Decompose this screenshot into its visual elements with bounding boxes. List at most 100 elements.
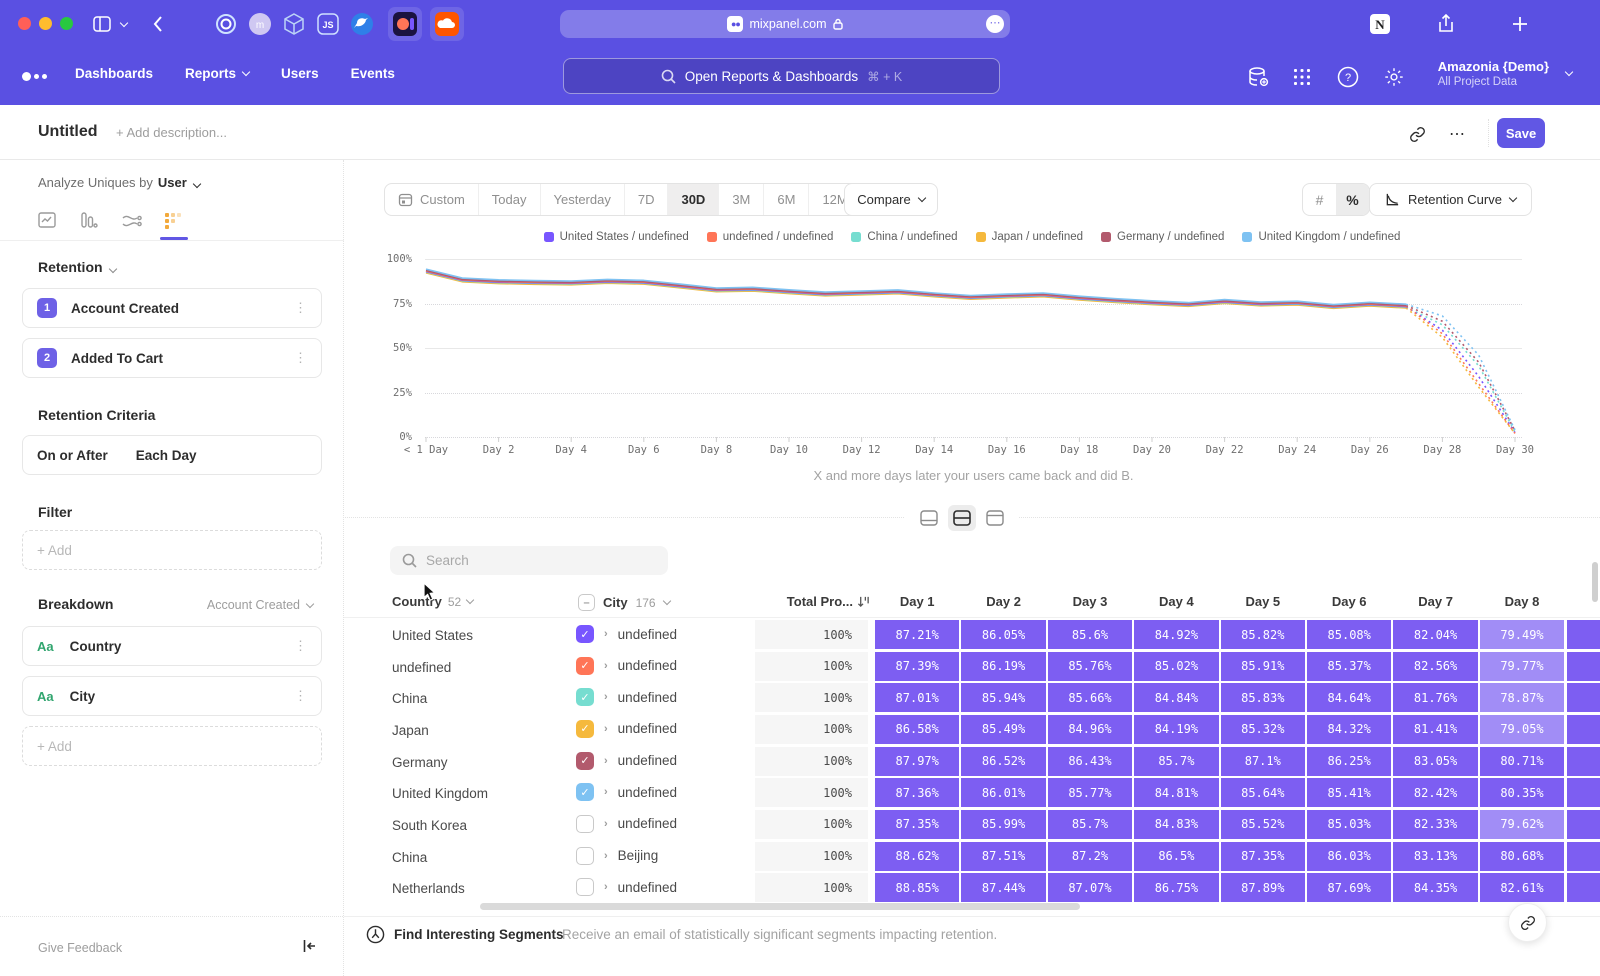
find-segments-title[interactable]: Find Interesting Segments [394,927,564,942]
tab-insights[interactable] [34,208,60,234]
minimize-window-icon[interactable] [39,17,52,30]
day-cell[interactable]: 85.99% [961,810,1045,839]
legend-item-undefined[interactable]: undefined / undefined [707,231,834,243]
day-cell[interactable]: 79.49% [1480,620,1564,649]
day-cell[interactable]: 81.76% [1393,683,1477,712]
more-options-icon[interactable]: ⋯ [1444,121,1470,147]
settings-gear-icon[interactable] [1382,65,1406,89]
day-cell[interactable]: 80.68% [1480,842,1564,871]
help-icon[interactable]: ? [1336,65,1360,89]
day-column-header[interactable]: Day 4 [1159,594,1194,609]
country-cell[interactable]: United States [392,628,473,643]
compare-button[interactable]: Compare [844,183,938,216]
table-search-input[interactable]: Search [390,546,668,575]
day-cell[interactable]: 85.7% [1134,747,1218,776]
day-cell[interactable]: 86.52% [961,747,1045,776]
extension-bird-icon[interactable] [348,10,376,38]
day-cell[interactable]: 87.35% [875,810,959,839]
day-cell[interactable]: 84.81% [1134,778,1218,807]
legend-item-japan[interactable]: Japan / undefined [976,231,1083,243]
country-cell[interactable]: South Korea [392,818,467,833]
day-cell[interactable]: 84.83% [1134,810,1218,839]
day-cell[interactable]: 85.41% [1307,778,1391,807]
total-column-header[interactable]: Total Pro... [770,594,870,609]
tab-list-chevron-icon[interactable] [116,10,132,38]
day-cell[interactable]: 84.84% [1134,683,1218,712]
chart-type-selector[interactable]: Retention Curve [1369,183,1532,216]
mixpanel-logo[interactable] [22,72,47,81]
date-range-yesterday[interactable]: Yesterday [541,184,625,215]
extension-m-icon[interactable]: m [246,10,274,38]
step-event-name[interactable]: Account Created [71,301,179,316]
day-cell[interactable]: 79.62% [1480,810,1564,839]
new-tab-icon[interactable] [1506,10,1534,38]
tab-funnels[interactable] [76,208,102,234]
day-cell[interactable]: 85.94% [961,683,1045,712]
analyze-uniques-row[interactable]: Analyze Uniques byUser [38,175,200,190]
day-cell[interactable]: 86.43% [1048,747,1132,776]
maximize-window-icon[interactable] [60,17,73,30]
retention-step-2[interactable]: 2Added To Cart⋮ [22,338,322,378]
day-column-header[interactable]: Day 6 [1332,594,1367,609]
window-controls[interactable] [18,17,73,30]
back-icon[interactable] [144,10,172,38]
day-cell[interactable]: 80.71% [1480,747,1564,776]
day-cell[interactable]: 85.08% [1307,620,1391,649]
day-cell[interactable]: 86.03% [1307,842,1391,871]
day-cell[interactable]: 85.37% [1307,652,1391,681]
country-cell[interactable]: United Kingdom [392,786,488,801]
day-column-header[interactable]: Day 7 [1418,594,1453,609]
expand-chevron-icon[interactable]: › [604,691,608,703]
add-description[interactable]: + Add description... [116,125,227,140]
day-column-header[interactable]: Day 2 [986,594,1021,609]
day-cell[interactable]: 82.56% [1393,652,1477,681]
expand-chevron-icon[interactable]: › [604,755,608,767]
country-cell[interactable]: Germany [392,755,448,770]
day-cell[interactable]: 86.25% [1307,747,1391,776]
day-cell[interactable]: 82.61% [1480,873,1564,902]
close-window-icon[interactable] [18,17,31,30]
row-checkbox[interactable] [576,815,594,833]
day-cell[interactable]: 84.92% [1134,620,1218,649]
day-cell[interactable]: 85.91% [1221,652,1305,681]
breakdown-country[interactable]: AaCountry⋮ [22,626,322,666]
date-range-custom[interactable]: Custom [385,184,479,215]
add-filter-button[interactable]: + Add [22,530,322,570]
day-cell[interactable]: 84.19% [1134,715,1218,744]
series-line-united-kingdom[interactable] [426,269,1406,304]
table-only-view-icon[interactable] [981,505,1009,531]
breakdown-property-name[interactable]: City [70,689,96,704]
nav-link-reports[interactable]: Reports [185,66,249,81]
day-cell[interactable]: 85.52% [1221,810,1305,839]
row-checkbox[interactable] [576,878,594,896]
day-column-header[interactable]: Day 3 [1073,594,1108,609]
legend-item-germany[interactable]: Germany / undefined [1101,231,1224,243]
global-search[interactable]: Open Reports & Dashboards ⌘ + K [563,58,1000,94]
give-feedback-link[interactable]: Give Feedback [38,941,122,955]
extension-cloud-icon[interactable] [430,7,464,41]
day-cell[interactable]: 82.04% [1393,620,1477,649]
kebab-menu-icon[interactable]: ⋮ [294,300,307,316]
select-all-checkbox[interactable]: – [578,594,595,611]
country-cell[interactable]: Netherlands [392,881,465,896]
add-breakdown-button[interactable]: + Add [22,726,322,766]
kebab-menu-icon[interactable]: ⋮ [294,688,307,704]
extension-mixpanel-icon[interactable] [388,7,422,41]
legend-item-united-kingdom[interactable]: United Kingdom / undefined [1242,231,1400,243]
day-cell[interactable]: 85.64% [1221,778,1305,807]
day-cell[interactable]: 87.97% [875,747,959,776]
day-column-header[interactable]: Day 5 [1245,594,1280,609]
day-cell[interactable]: 82.33% [1393,810,1477,839]
breakdown-city[interactable]: AaCity⋮ [22,676,322,716]
share-link-floating-button[interactable] [1508,903,1547,942]
day-cell[interactable]: 79.05% [1480,715,1564,744]
expand-chevron-icon[interactable]: › [604,786,608,798]
day-cell[interactable]: 81.41% [1393,715,1477,744]
day-cell[interactable]: 84.32% [1307,715,1391,744]
day-cell[interactable]: 87.01% [875,683,959,712]
nav-link-events[interactable]: Events [351,66,395,81]
extension-cube-icon[interactable] [280,10,308,38]
address-bar[interactable]: ●● mixpanel.com ⋯ [560,10,1010,38]
day-cell[interactable]: 87.44% [961,873,1045,902]
day-cell[interactable]: 87.21% [875,620,959,649]
